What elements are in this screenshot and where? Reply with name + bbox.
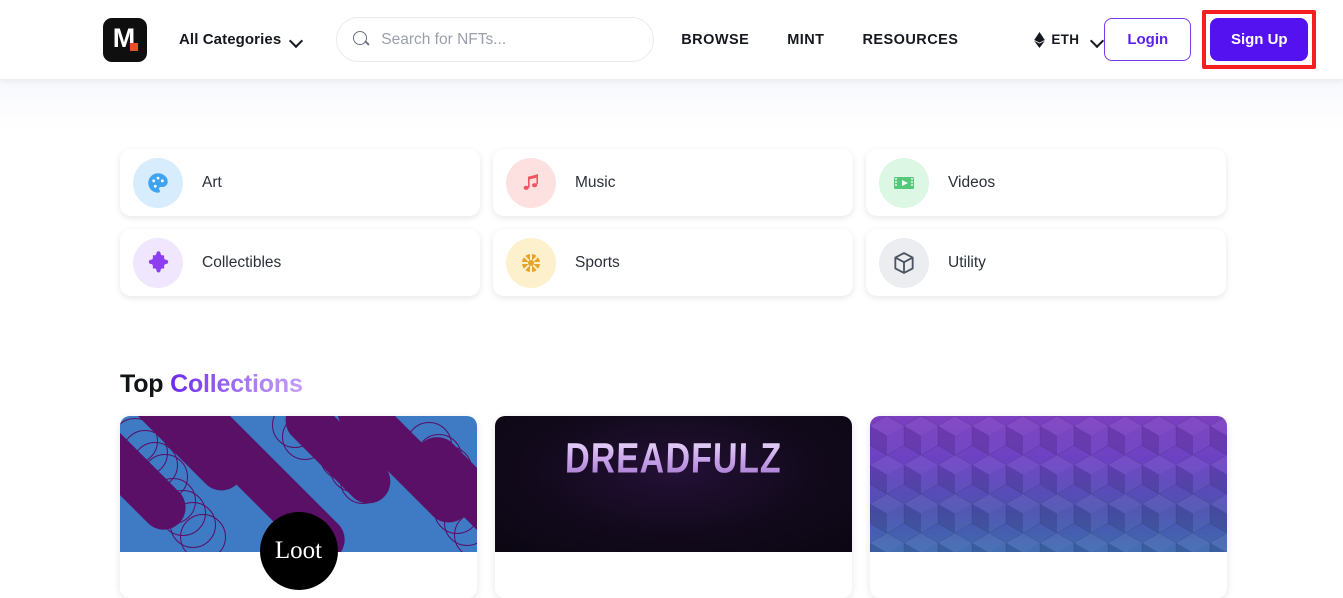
nav-item-browse[interactable]: BROWSE: [681, 32, 749, 48]
video-icon: [879, 157, 929, 208]
basketball-icon: [506, 237, 556, 288]
chevron-down-icon: [1091, 36, 1104, 44]
search-box[interactable]: [336, 17, 655, 62]
category-label: Art: [202, 173, 222, 191]
header-gradient-fade: [0, 79, 1343, 129]
logo-accent-square: [130, 42, 138, 51]
collection-card-loot[interactable]: Loot: [120, 416, 477, 598]
isometric-cube-pattern: [870, 416, 1227, 552]
category-label: Videos: [948, 173, 996, 191]
nav-item-mint[interactable]: MINT: [787, 32, 824, 48]
category-grid: Art Music Videos Collectibles Sports Uti…: [120, 149, 1227, 296]
collection-banner: [870, 416, 1227, 552]
category-card-collectibles[interactable]: Collectibles: [120, 229, 480, 296]
music-note-icon: [506, 157, 556, 208]
search-input[interactable]: [381, 30, 638, 49]
logo-letter: M: [112, 23, 136, 53]
collection-avatar-label: Loot: [274, 537, 323, 564]
section-title-part2: Collections: [170, 370, 303, 398]
cube-icon: [879, 237, 929, 288]
search-icon: [353, 31, 370, 48]
brand-logo[interactable]: M: [103, 17, 147, 62]
collection-card-dreadfulz[interactable]: DREADFULZ: [495, 416, 852, 598]
category-label: Music: [575, 173, 616, 191]
site-header: M All Categories BROWSE MINT RESOURCES E…: [0, 0, 1343, 79]
palette-icon: [133, 157, 183, 208]
section-title-part1: Top: [120, 370, 164, 398]
ethereum-icon: [1034, 31, 1046, 48]
nav-item-resources[interactable]: RESOURCES: [862, 32, 958, 48]
signup-highlight-annotation: Sign Up: [1202, 10, 1317, 69]
category-card-utility[interactable]: Utility: [866, 229, 1226, 296]
collection-banner-title: DREADFULZ: [495, 435, 852, 484]
category-card-music[interactable]: Music: [493, 149, 853, 216]
chain-select-eth[interactable]: ETH: [1034, 31, 1104, 48]
login-button[interactable]: Login: [1104, 18, 1192, 61]
collections-grid: Loot DREADFULZ: [120, 416, 1227, 598]
category-card-art[interactable]: Art: [120, 149, 480, 216]
category-label: Utility: [948, 253, 986, 271]
chevron-down-icon: [290, 36, 303, 44]
category-label: Collectibles: [202, 253, 282, 271]
collection-banner: DREADFULZ: [495, 416, 852, 552]
collection-avatar: Loot: [259, 512, 338, 590]
collection-card-markersign[interactable]: M: [870, 416, 1227, 598]
category-card-videos[interactable]: Videos: [866, 149, 1226, 216]
all-categories-dropdown[interactable]: All Categories: [179, 31, 303, 48]
auth-buttons: Login Sign Up: [1104, 10, 1317, 69]
signup-button[interactable]: Sign Up: [1210, 18, 1309, 61]
category-card-sports[interactable]: Sports: [493, 229, 853, 296]
main-nav: BROWSE MINT RESOURCES ETH: [681, 31, 1104, 48]
category-label: Sports: [575, 253, 620, 271]
chain-label: ETH: [1051, 32, 1080, 47]
puzzle-icon: [133, 237, 183, 288]
page-title: Top Collections: [120, 370, 303, 399]
all-categories-label: All Categories: [179, 31, 282, 48]
page-root: M All Categories BROWSE MINT RESOURCES E…: [0, 0, 1343, 598]
